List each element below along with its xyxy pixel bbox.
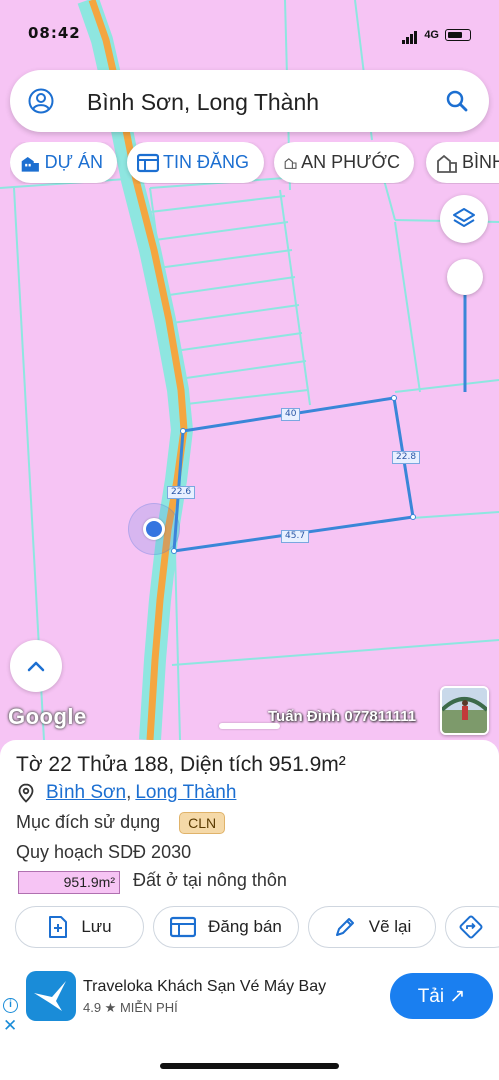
traveloka-logo [26, 971, 76, 1021]
commune-link[interactable]: Bình Sơn [46, 782, 126, 804]
sheet-drag-handle[interactable] [219, 723, 280, 729]
building-icon [21, 156, 39, 172]
account-icon[interactable] [28, 88, 54, 114]
redraw-button[interactable]: Vẽ lại [308, 906, 436, 948]
chevron-up-icon [27, 661, 45, 672]
chip-label: BÌNH [462, 152, 499, 172]
dimension-label-bottom: 45.7 [281, 530, 310, 543]
network-label: 4G [424, 29, 439, 41]
ad-install-button[interactable]: Tải ↗ [390, 973, 493, 1019]
save-doc-icon [49, 916, 68, 938]
status-bar: 08:42 4G [0, 0, 499, 62]
status-time: 08:42 [28, 24, 81, 42]
ad-rating: 4.9 ★ MIỄN PHÍ [83, 1000, 178, 1015]
chip-an-phuoc[interactable]: AN PHƯỚC [274, 142, 414, 183]
chip-label: DỰ ÁN [44, 152, 103, 172]
ad-info-icon[interactable]: i [3, 998, 18, 1013]
battery-icon [445, 29, 471, 41]
home-indicator-area [0, 1040, 499, 1080]
redraw-label: Vẽ lại [368, 917, 412, 936]
parcel-info-sheet: Tờ 22 Thửa 188, Diện tích 951.9m² Bình S… [0, 740, 499, 968]
dimension-label-right: 22.8 [392, 451, 421, 464]
layers-icon [453, 208, 475, 227]
purpose-code-badge: CLN [179, 812, 226, 834]
filter-chips: DỰ ÁN TIN ĐĂNG AN PHƯỚC BÌNH [10, 142, 499, 184]
save-label: Lưu [81, 917, 112, 936]
directions-button[interactable] [445, 906, 499, 948]
purpose-label: Mục đích sử dụng [16, 812, 161, 832]
watermark-text: Tuấn Đình 077811111 [268, 708, 417, 725]
ad-title: Traveloka Khách Sạn Vé Máy Bay [83, 978, 327, 995]
current-location-marker[interactable] [143, 518, 165, 540]
signal-icon [402, 26, 418, 44]
purpose-row: Mục đích sử dụng CLN [16, 812, 226, 834]
post-label: Đăng bán [208, 917, 282, 936]
search-query[interactable]: Bình Sơn, Long Thành [87, 89, 319, 116]
chip-tin-dang[interactable]: TIN ĐĂNG [127, 142, 264, 183]
district-link[interactable]: Long Thành [135, 782, 236, 804]
chip-binh[interactable]: BÌNH [426, 142, 499, 183]
listing-icon [137, 153, 159, 172]
address-separator: , [126, 782, 132, 803]
search-icon[interactable] [445, 89, 469, 113]
chip-du-an[interactable]: DỰ ÁN [10, 142, 117, 183]
pen-icon [335, 918, 354, 936]
parcel-address: Bình Sơn , Long Thành [16, 782, 236, 804]
dimension-label-left: 22.6 [167, 486, 196, 499]
home-indicator[interactable] [160, 1063, 339, 1069]
search-bar[interactable]: Bình Sơn, Long Thành [10, 70, 489, 132]
ad-banner[interactable]: i ✕ Traveloka Khách Sạn Vé Máy Bay 4.9 ★… [0, 968, 499, 1040]
chip-label: AN PHƯỚC [301, 152, 400, 172]
opacity-slider-handle[interactable] [447, 259, 483, 295]
street-view-photo [442, 688, 487, 733]
directions-icon [459, 915, 483, 939]
google-attribution: Google [8, 704, 87, 729]
layers-button[interactable] [440, 195, 488, 243]
expand-up-button[interactable] [10, 640, 62, 692]
plan-label: Quy hoạch SDĐ 2030 [16, 842, 192, 862]
ad-close-icon[interactable]: ✕ [3, 1016, 17, 1036]
plan-area-swatch: 951.9m² [18, 871, 120, 894]
map-view[interactable]: 40 22.8 45.7 22.6 08:42 4G Bình Sơn, Lon… [0, 0, 499, 740]
building-outline-icon [437, 154, 457, 173]
post-for-sale-button[interactable]: Đăng bán [153, 906, 299, 948]
street-view-thumbnail[interactable] [440, 686, 489, 735]
listing-icon [170, 916, 197, 938]
plan-use-text: Đất ở tại nông thôn [133, 870, 287, 890]
parcel-title: Tờ 22 Thửa 188, Diện tích 951.9m² [16, 753, 346, 776]
building-outline-icon [284, 157, 297, 169]
save-button[interactable]: Lưu [15, 906, 144, 948]
dimension-label-top: 40 [281, 408, 301, 421]
bird-logo-icon [34, 981, 66, 1011]
location-pin-icon [18, 783, 34, 803]
chip-label: TIN ĐĂNG [163, 152, 250, 172]
action-row: Lưu Đăng bán Vẽ lại [0, 906, 499, 950]
